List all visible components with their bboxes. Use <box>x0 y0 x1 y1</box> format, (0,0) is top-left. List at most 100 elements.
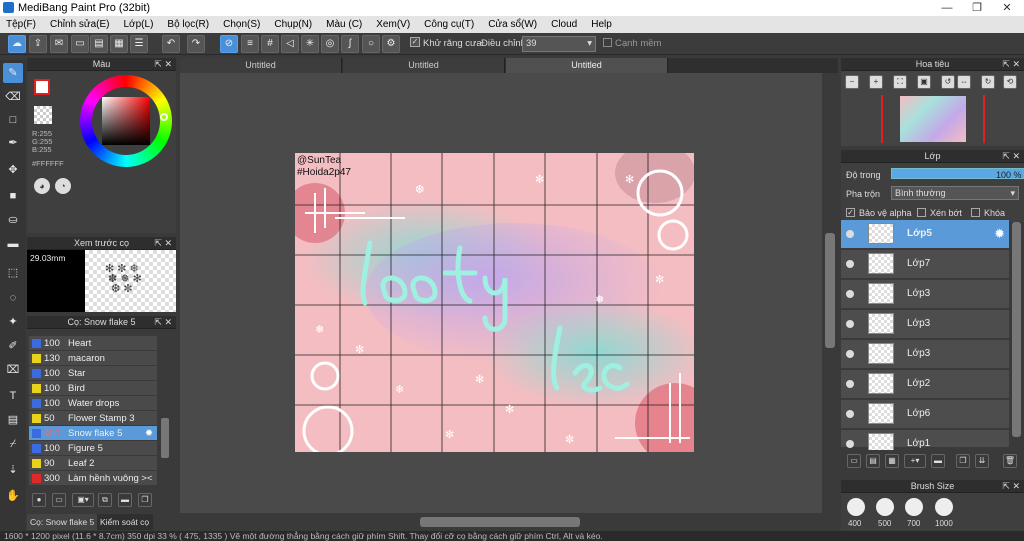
new-halftone-layer-icon[interactable]: ▤ <box>866 454 880 468</box>
size-dot-1[interactable] <box>847 498 865 516</box>
palette2-icon[interactable]: ◔ <box>55 178 71 194</box>
hue-wheel[interactable] <box>80 75 172 167</box>
eraser-tool-icon[interactable]: ⌫ <box>3 87 23 107</box>
gradient-tool-icon[interactable]: ▬ <box>3 234 23 254</box>
eye-icon[interactable] <box>846 380 854 388</box>
protect-alpha-checkbox[interactable]: ✓ <box>846 208 855 217</box>
brush-duplicate-icon[interactable]: ❐ <box>138 493 152 507</box>
fill-rect-tool-icon[interactable]: ■ <box>3 186 23 206</box>
divide-tool-icon[interactable]: ▤ <box>3 410 23 430</box>
size-dot-2[interactable] <box>876 498 894 516</box>
hand-tool-icon[interactable]: ✋ <box>3 486 23 506</box>
panel-controls-icon[interactable]: ⇱ ✕ <box>1002 58 1020 71</box>
brush-list-item[interactable]: 100 Star <box>29 366 157 381</box>
menu-layer[interactable]: Lớp(L) <box>124 19 154 30</box>
navigator-viewport[interactable] <box>881 95 985 143</box>
tab-doc-3[interactable]: Untitled <box>506 58 668 73</box>
size-dot-3[interactable] <box>905 498 923 516</box>
transparent-swatch[interactable] <box>34 106 52 124</box>
circle-snap-icon[interactable]: ○ <box>362 35 380 53</box>
panel-controls-icon[interactable]: ⇱ ✕ <box>154 58 172 71</box>
panel-controls-icon[interactable]: ⇱ ✕ <box>154 316 172 329</box>
layer-scrollbar[interactable] <box>1009 222 1024 448</box>
select-eraser-tool-icon[interactable]: ⌧ <box>3 360 23 380</box>
menu-view[interactable]: Xem(V) <box>376 19 410 30</box>
grid-snap-icon[interactable]: # <box>261 35 279 53</box>
cloud-icon[interactable]: ☁ <box>8 35 26 53</box>
select-pen-tool-icon[interactable]: ✐ <box>3 336 23 356</box>
brush-list-item[interactable]: 90 Leaf 2 <box>29 456 157 471</box>
soft-edge-checkbox[interactable] <box>603 38 612 47</box>
menu-select[interactable]: Chọn(S) <box>223 19 260 30</box>
brush-copy-icon[interactable]: ⧉ <box>98 493 112 507</box>
brush-list-item[interactable]: 300 Làm hềnh vuông >< <box>29 471 157 486</box>
canvas-vscroll[interactable] <box>823 73 837 513</box>
layer-row[interactable]: Lớp7 <box>841 250 1009 279</box>
select-rect-tool-icon[interactable]: ⬚ <box>3 263 23 283</box>
no-snap-icon[interactable]: ⊘ <box>220 35 238 53</box>
move-tool-icon[interactable]: ✥ <box>3 160 23 180</box>
eye-icon[interactable] <box>846 260 854 268</box>
fit-icon[interactable]: ⛶ <box>893 75 907 89</box>
eye-icon[interactable] <box>846 230 854 238</box>
eye-icon[interactable] <box>846 290 854 298</box>
size-dot-4[interactable] <box>935 498 953 516</box>
tab-brush-control[interactable]: Kiểm soát cọ <box>97 514 153 530</box>
flip-icon[interactable]: ⇔ <box>957 75 971 89</box>
layer-row[interactable]: Lớp5 ✹ <box>841 220 1009 249</box>
text-tool-icon[interactable]: T <box>3 386 23 406</box>
tab-brush[interactable]: Cọ: Snow flake 5 <box>27 514 97 530</box>
brush-list-item[interactable]: 100 Heart <box>29 336 157 351</box>
menu-cloud[interactable]: Cloud <box>551 19 577 30</box>
concentric-snap-icon[interactable]: ◎ <box>321 35 339 53</box>
layer-row[interactable]: Lớp3 <box>841 310 1009 339</box>
undo-icon[interactable]: ↶ <box>162 35 180 53</box>
brush-scroll-thumb[interactable] <box>161 418 169 458</box>
brush-add-icon[interactable]: ● <box>32 493 46 507</box>
document-icon[interactable]: ▤ <box>90 35 108 53</box>
menu-help[interactable]: Help <box>591 19 612 30</box>
brush-list-item[interactable]: 100 Water drops <box>29 396 157 411</box>
page-icon[interactable]: ▭ <box>71 35 89 53</box>
layer-row[interactable]: Lớp3 <box>841 340 1009 369</box>
menu-edit[interactable]: Chỉnh sửa(E) <box>50 19 110 30</box>
new-brush-icon[interactable]: ▭ <box>52 493 66 507</box>
artwork-canvas[interactable]: ✻ ✼ ❄ ✻ ✼ ❅ ✻ ❆ ✼ ❅ ✻ ✼ @SunTea #Hoida2p47 <box>295 153 694 452</box>
actual-size-icon[interactable]: ▣ <box>917 75 931 89</box>
delete-layer-icon[interactable]: 🗑 <box>1003 454 1017 468</box>
brush-list-item[interactable]: 400 Snow flake 5 ✹ <box>29 426 157 441</box>
lock-checkbox[interactable] <box>971 208 980 217</box>
brush-list-scrollbar[interactable] <box>160 332 170 487</box>
tab-doc-2[interactable]: Untitled <box>343 58 505 73</box>
hue-marker[interactable] <box>160 113 168 121</box>
menu-color[interactable]: Màu (C) <box>326 19 362 30</box>
antialias-checkbox[interactable]: ✓ <box>410 37 420 47</box>
clip-checkbox[interactable] <box>917 208 926 217</box>
brush-menu-icon[interactable]: ▣▾ <box>72 493 94 507</box>
eye-icon[interactable] <box>846 410 854 418</box>
menu-snap[interactable]: Chụp(N) <box>274 19 312 30</box>
reset-view-icon[interactable]: ⟲ <box>1003 75 1017 89</box>
bucket-tool-icon[interactable]: ⛀ <box>3 210 23 230</box>
close-button[interactable]: ✕ <box>992 0 1022 16</box>
redo-icon[interactable]: ↷ <box>187 35 205 53</box>
layer-row[interactable]: Lớp2 <box>841 370 1009 399</box>
tab-doc-1[interactable]: Untitled <box>180 58 342 73</box>
list-icon[interactable]: ☰ <box>130 35 148 53</box>
zoom-in-icon[interactable]: + <box>869 75 883 89</box>
layer-scroll-thumb[interactable] <box>1012 222 1021 437</box>
layer-settings-icon[interactable]: ✹ <box>994 226 1005 242</box>
layer-folder-icon[interactable]: ▬ <box>931 454 945 468</box>
panel-controls-icon[interactable]: ⇱ ✕ <box>154 237 172 250</box>
menu-window[interactable]: Cửa sổ(W) <box>488 19 537 30</box>
saturation-square[interactable] <box>102 97 150 145</box>
maximize-button[interactable]: ❐ <box>962 0 992 16</box>
brush-list-item[interactable]: 50 Flower Stamp 3 <box>29 411 157 426</box>
brush-tool-icon[interactable]: ✎ <box>3 63 23 83</box>
canvas-hscroll[interactable] <box>180 515 822 529</box>
menu-file[interactable]: Tệp(F) <box>6 19 36 30</box>
new-8bit-layer-icon[interactable]: ▦ <box>885 454 899 468</box>
panel-controls-icon[interactable]: ⇱ ✕ <box>1002 150 1020 163</box>
merge-layer-icon[interactable]: ⇊ <box>975 454 989 468</box>
comment-icon[interactable]: ✉ <box>50 35 68 53</box>
